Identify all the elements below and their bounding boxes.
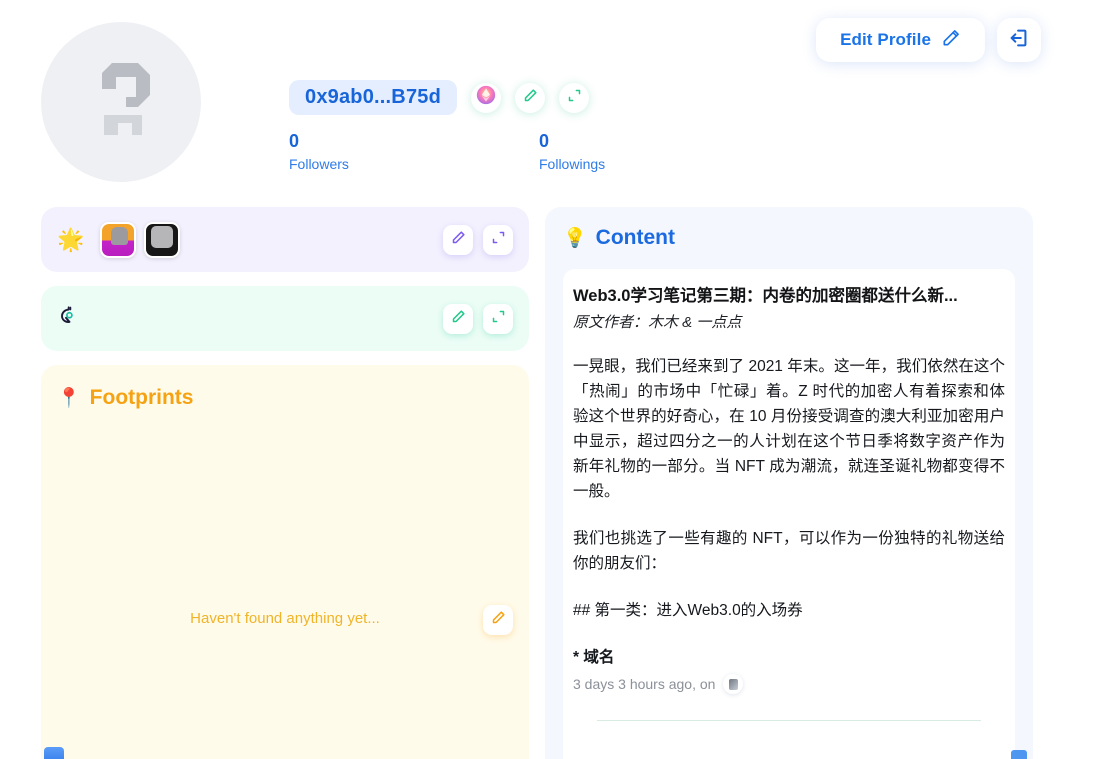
note-author: 原文作者：木木 & 一点点 <box>573 314 742 331</box>
followings-label: Followings <box>539 156 606 172</box>
donation-expand-button[interactable] <box>483 303 513 334</box>
pencil-icon <box>523 88 538 108</box>
logout-button[interactable] <box>997 18 1041 62</box>
note-item[interactable]: Web3.0学习笔记第三期：内卷的加密圈都送什么新... 原文作者：木木 & 一… <box>563 269 1015 759</box>
footprints-overflow-chip <box>44 747 64 759</box>
footprints-empty-text: Haven't found anything yet... <box>190 610 380 627</box>
avatar-placeholder-icon <box>80 57 162 148</box>
footprints-title: Footprints <box>89 385 194 409</box>
donation-card-actions <box>443 303 513 334</box>
followers-stat[interactable]: 0 Followers <box>289 130 539 174</box>
left-column: 🌟 📍 Footprints Haven't found anything ye… <box>41 207 529 759</box>
edit-profile-button[interactable]: Edit Profile <box>816 18 985 62</box>
followings-stat[interactable]: 0 Followings <box>539 130 605 174</box>
note-list-item: * 域名 <box>573 649 615 666</box>
star-emoji-icon: 🌟 <box>57 226 85 252</box>
note-paragraph-2: 我们也挑选了一些有趣的 NFT，可以作为一份独特的礼物送给你的朋友们： <box>573 530 1005 572</box>
content-header: 💡 Content <box>545 207 1033 269</box>
nft-edit-button[interactable] <box>443 224 473 255</box>
expand-icon <box>491 309 506 329</box>
nft-thumbnail-list <box>100 221 181 258</box>
followers-count: 0 <box>289 131 300 151</box>
note-overflow-region <box>573 721 1005 759</box>
footprints-edit-button[interactable] <box>483 605 513 635</box>
gitcoin-icon <box>57 304 81 333</box>
address-row: 0x9ab0...B75d <box>289 80 590 115</box>
donation-edit-button[interactable] <box>443 303 473 334</box>
expand-profile-button[interactable] <box>559 82 590 113</box>
content-title: Content <box>595 226 675 249</box>
note-meta: 3 days 3 hours ago, on <box>573 674 1005 706</box>
content-card: 💡 Content Web3.0学习笔记第三期：内卷的加密圈都送什么新... 原… <box>545 207 1033 759</box>
ethereum-icon-button[interactable] <box>471 82 502 113</box>
nft-card: 🌟 <box>41 207 529 272</box>
edit-profile-label: Edit Profile <box>840 30 931 49</box>
followings-count: 0 <box>539 131 550 151</box>
nft-card-actions <box>443 224 513 255</box>
pencil-icon <box>451 309 466 329</box>
pin-emoji-icon: 📍 <box>57 387 81 409</box>
profile-stats: 0 Followers 0 Followings <box>289 130 605 174</box>
profile-page: Edit Profile 0x9ab0...B75d 0 Followers 0… <box>0 0 1095 759</box>
logout-icon <box>1008 27 1030 54</box>
expand-icon <box>491 230 506 250</box>
nft-thumbnail-1[interactable] <box>100 221 137 258</box>
pencil-icon <box>941 28 961 53</box>
donation-card <box>41 286 529 351</box>
note-title: Web3.0学习笔记第三期：内卷的加密圈都送什么新... <box>573 287 958 305</box>
nft-expand-button[interactable] <box>483 224 513 255</box>
note-heading: ## 第一类：进入Web3.0的入场券 <box>573 602 803 619</box>
avatar[interactable] <box>41 22 201 182</box>
footprints-card: 📍 Footprints Haven't found anything yet.… <box>41 365 529 759</box>
right-column: 💡 Content Web3.0学习笔记第三期：内卷的加密圈都送什么新... 原… <box>545 207 1033 759</box>
nft-thumbnail-2[interactable] <box>144 221 181 258</box>
footprints-card-actions <box>483 605 513 635</box>
pencil-icon <box>491 610 506 630</box>
followers-label: Followers <box>289 156 349 172</box>
note-timestamp: 3 days 3 hours ago, on <box>573 676 716 692</box>
note-paragraph-1: 一晃眼，我们已经来到了 2021 年末。这一年，我们依然在这个「热闹」的市场中「… <box>573 358 1005 500</box>
expand-icon <box>567 88 582 108</box>
lightbulb-emoji-icon: 💡 <box>563 228 587 249</box>
edit-profile-icon-button[interactable] <box>515 82 546 113</box>
ethereum-icon <box>476 85 496 110</box>
top-action-bar: Edit Profile <box>816 18 1041 62</box>
wallet-address[interactable]: 0x9ab0...B75d <box>289 80 458 115</box>
content-overflow-chip <box>1011 750 1027 759</box>
footprints-header: 📍 Footprints <box>41 365 529 635</box>
platform-icon <box>723 674 744 694</box>
pencil-icon <box>451 230 466 250</box>
